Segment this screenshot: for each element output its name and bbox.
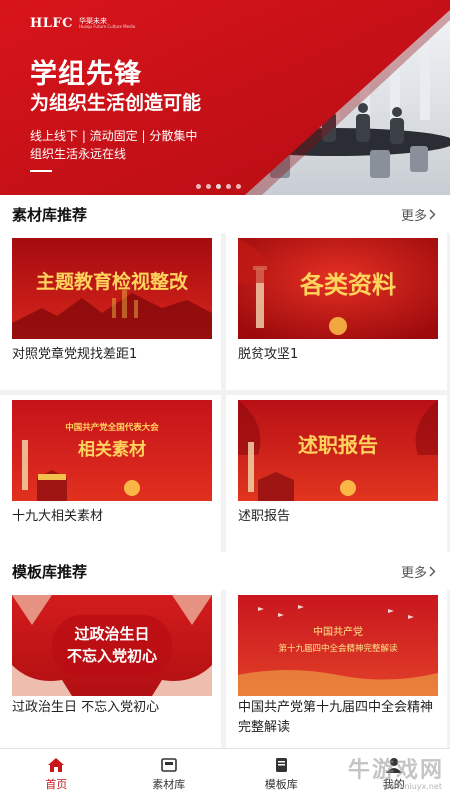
material-title: 述职报告 (238, 509, 291, 524)
thumb-caption: 不忘入党初心 (67, 647, 157, 665)
tab-home[interactable]: 首页 (0, 749, 113, 800)
logo-english-name: Huaqu Future Culture Media (79, 24, 136, 29)
tab-materials[interactable]: 素材库 (113, 749, 226, 800)
chevron-right-icon (429, 566, 436, 576)
thumb-caption: 过政治生日 (74, 625, 149, 643)
materials-section-title: 素材库推荐 (12, 205, 88, 224)
template-thumbnail: 过政治生日 不忘入党初心 (12, 595, 212, 696)
thumb-caption: 中国共产党 (313, 625, 363, 638)
material-card[interactable]: 各类资料 脱贫攻坚1 (226, 233, 447, 390)
brand-logo: HLFC 华渠未来 Huaqu Future Culture Media (30, 16, 135, 31)
chevron-right-icon (429, 209, 436, 219)
materials-section-header: 素材库推荐 更多 (0, 195, 450, 233)
tab-label: 素材库 (152, 778, 186, 791)
material-card[interactable]: 述职报告 述职报告 (226, 395, 447, 552)
thumb-caption: 各类资料 (299, 270, 396, 299)
template-icon (276, 758, 288, 772)
site-watermark-url: www.niuyx.net (383, 782, 442, 791)
thumb-caption: 第十九届四中全会精神完整解读 (278, 643, 398, 654)
material-icon (160, 758, 177, 772)
template-title: 中国共产党第十九届四中全会精神完整解读 (238, 700, 434, 735)
banner-tagline-2: 组织生活永远在线 (30, 147, 127, 161)
thumb-caption-small: 中国共产党全国代表大会 (65, 422, 159, 433)
hero-banner[interactable]: HLFC 华渠未来 Huaqu Future Culture Media 学组先… (0, 0, 450, 195)
banner-divider (30, 170, 52, 172)
material-title: 十九大相关素材 (12, 509, 104, 524)
template-card[interactable]: 中国共产党 第十九届四中全会精神完整解读 中国共产党第十九届四中全会精神完整解读 (226, 590, 447, 748)
tab-label: 模板库 (264, 778, 298, 791)
thumb-caption: 相关素材 (78, 439, 146, 460)
more-label: 更多 (400, 208, 427, 224)
material-thumbnail: 各类资料 (238, 238, 438, 339)
home-icon (48, 758, 65, 772)
material-card[interactable]: 主题教育检视整改 对照党章党规找差距1 (0, 233, 221, 390)
materials-more-link[interactable]: 更多 (401, 205, 436, 224)
banner-title: 学组先锋 (30, 59, 142, 90)
material-thumbnail: 主题教育检视整改 (12, 238, 212, 339)
more-label: 更多 (400, 565, 427, 581)
material-thumbnail: 中国共产党全国代表大会 相关素材 (12, 400, 212, 501)
carousel-indicator[interactable] (196, 184, 241, 189)
material-title: 对照党章党规找差距1 (12, 347, 138, 362)
carousel-dot-active[interactable] (216, 184, 221, 189)
template-card[interactable]: 过政治生日 不忘入党初心 过政治生日 不忘入党初心 (0, 590, 221, 748)
carousel-dot[interactable] (196, 184, 201, 189)
templates-section-header: 模板库推荐 更多 (0, 552, 450, 590)
material-card[interactable]: 中国共产党全国代表大会 相关素材 十九大相关素材 (0, 395, 221, 552)
site-watermark: 牛游戏网 (347, 758, 444, 783)
tab-label: 首页 (45, 778, 68, 791)
material-thumbnail: 述职报告 (238, 400, 438, 501)
tab-templates[interactable]: 模板库 (225, 749, 338, 800)
carousel-dot[interactable] (226, 184, 231, 189)
logo-mark: HLFC (30, 16, 73, 31)
carousel-dot[interactable] (236, 184, 241, 189)
thumb-caption: 述职报告 (298, 433, 378, 457)
template-thumbnail: 中国共产党 第十九届四中全会精神完整解读 (238, 595, 438, 696)
material-title: 脱贫攻坚1 (238, 347, 299, 362)
template-title: 过政治生日 不忘入党初心 (12, 700, 160, 715)
banner-tagline: 线上线下 | 流动固定 | 分散集中 (30, 129, 198, 143)
thumb-caption: 主题教育检视整改 (36, 270, 189, 293)
templates-more-link[interactable]: 更多 (401, 562, 436, 581)
carousel-dot[interactable] (206, 184, 211, 189)
banner-subtitle: 为组织生活创造可能 (30, 92, 202, 114)
templates-section-title: 模板库推荐 (12, 562, 88, 581)
